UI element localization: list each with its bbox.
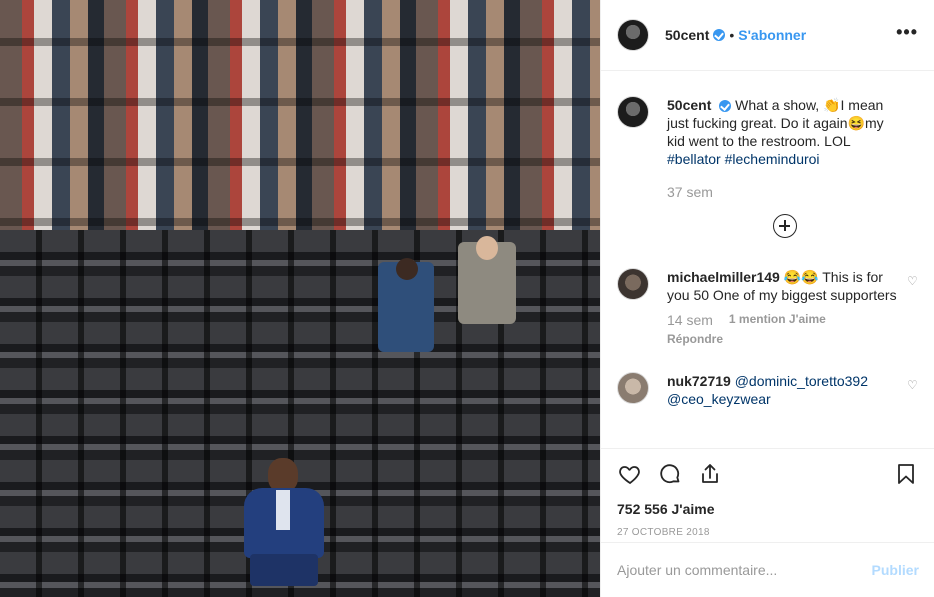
commenter-avatar[interactable] [617, 372, 649, 404]
likes-count[interactable]: 752 556 J'aime [617, 501, 919, 517]
reply-button[interactable]: Répondre [667, 332, 897, 346]
comment-time[interactable]: 14 sem [667, 312, 713, 328]
comment-username[interactable]: nuk72719 [667, 373, 731, 389]
instagram-post: 50cent • S'abonner ••• 50cent What a sho… [0, 0, 934, 597]
mention-link[interactable]: @dominic_toretto392 [735, 373, 868, 389]
post-date[interactable]: 27 OCTOBRE 2018 [617, 527, 919, 538]
comments-list[interactable]: 50cent What a show, 👏I mean just fucking… [601, 72, 934, 448]
comment-meta: 14 sem 1 mention J'aime [667, 312, 897, 328]
post-photo[interactable] [0, 0, 600, 597]
comment-icon[interactable] [657, 461, 683, 487]
author-avatar[interactable] [617, 19, 649, 51]
comment-text: michaelmiller149 😂😂 This is for you 50 O… [667, 268, 897, 304]
caption-username[interactable]: 50cent [667, 97, 711, 113]
spectator-figure [378, 258, 434, 352]
more-icon[interactable]: ••• [896, 22, 918, 43]
comment-input[interactable] [617, 562, 872, 578]
heart-icon[interactable] [617, 461, 643, 487]
comment-text: nuk72719 @dominic_toretto392 @ceo_keyzwe… [667, 372, 897, 408]
add-comment-bar: Publier [601, 542, 934, 597]
share-icon[interactable] [697, 461, 723, 487]
follow-button[interactable]: S'abonner [738, 27, 806, 43]
comment-item: michaelmiller149 😂😂 This is for you 50 O… [617, 268, 919, 346]
hashtag-link[interactable]: #lecheminduroi [725, 151, 820, 167]
separator-dot: • [729, 27, 735, 43]
verified-badge-icon [713, 29, 726, 41]
comment-username[interactable]: michaelmiller149 [667, 269, 780, 285]
action-icons-row [617, 459, 919, 489]
verified-badge-icon [719, 100, 732, 113]
figure-shirt [276, 490, 290, 530]
man-in-suit-figure [238, 458, 330, 586]
comment-likes[interactable]: 1 mention J'aime [729, 312, 826, 328]
caption-time[interactable]: 37 sem [667, 184, 897, 200]
author-username[interactable]: 50cent [665, 27, 709, 43]
spectator-figure [458, 236, 516, 324]
caption: 50cent What a show, 👏I mean just fucking… [617, 96, 919, 200]
caption-text: 50cent What a show, 👏I mean just fucking… [667, 96, 897, 168]
figure-legs [250, 554, 318, 586]
figure-head [268, 458, 298, 492]
like-comment-icon[interactable]: ♡ [907, 378, 919, 392]
load-more-comments-icon[interactable] [773, 214, 797, 238]
post-header: 50cent • S'abonner ••• [601, 0, 934, 71]
comment-item: nuk72719 @dominic_toretto392 @ceo_keyzwe… [617, 372, 919, 408]
publish-button[interactable]: Publier [872, 562, 919, 578]
crowd-image-area [0, 0, 600, 250]
post-side-panel: 50cent • S'abonner ••• 50cent What a sho… [600, 0, 934, 597]
commenter-avatar[interactable] [617, 268, 649, 300]
post-actions: 752 556 J'aime 27 OCTOBRE 2018 [601, 448, 934, 538]
caption-avatar[interactable] [617, 96, 649, 128]
hashtag-link[interactable]: #bellator [667, 151, 721, 167]
like-comment-icon[interactable]: ♡ [907, 274, 919, 288]
bookmark-icon[interactable] [893, 461, 919, 487]
mention-link[interactable]: @ceo_keyzwear [667, 391, 771, 407]
